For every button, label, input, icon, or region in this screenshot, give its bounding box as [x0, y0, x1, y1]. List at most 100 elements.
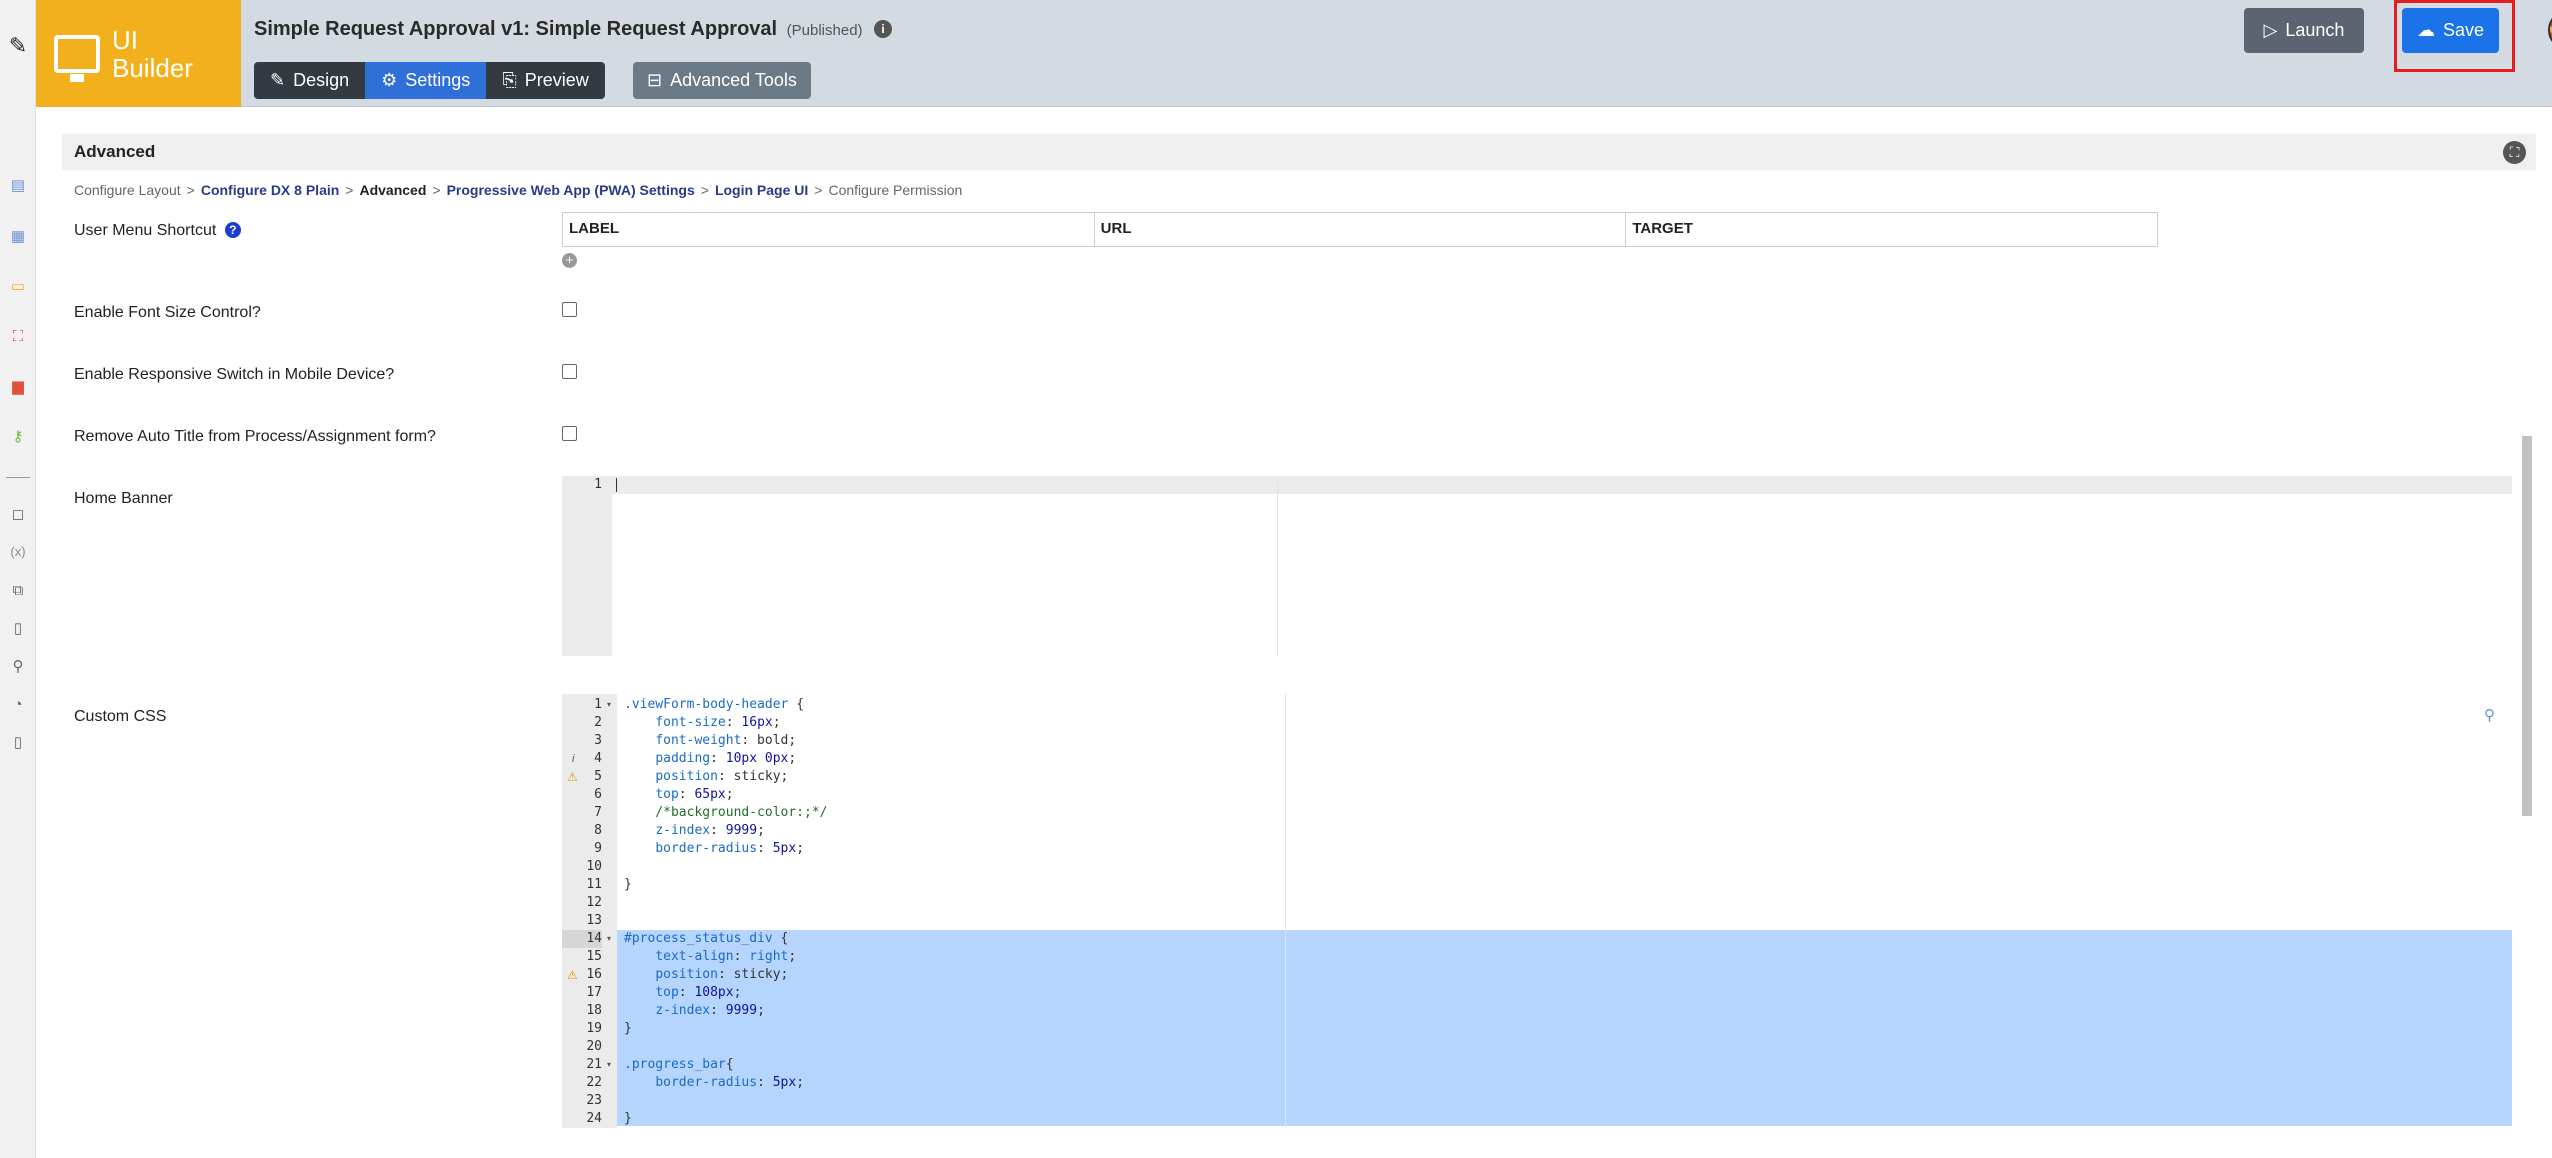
crumb-configure-layout[interactable]: Configure Layout — [74, 182, 181, 198]
monitor-logo-icon — [54, 34, 100, 82]
line-number: 12 — [586, 895, 602, 910]
tab-settings[interactable]: ⚙ Settings — [365, 62, 487, 99]
app-title-text: Simple Request Approval v1: Simple Reque… — [254, 18, 778, 40]
left-rail: ✎ ▤ ▦ ▭ ⛶ ▆ ⚷ ◻ (x) ⧉ ▯ ⚲ ◔ ▯ — [0, 0, 36, 1158]
home-banner-label: Home Banner — [74, 490, 173, 507]
crumb-configure-dx8[interactable]: Configure DX 8 Plain — [201, 182, 339, 198]
line-number: 6 — [594, 787, 602, 802]
monitor-icon[interactable]: ▭ — [8, 276, 28, 296]
page-scrollbar[interactable] — [2522, 436, 2532, 816]
line-number: 4 — [594, 751, 602, 766]
column-header-url: URL — [1095, 213, 1627, 246]
tab-preview[interactable]: ⎘ Preview — [486, 62, 604, 99]
crumb-sep: > — [700, 182, 709, 198]
logo-text: UI Builder — [112, 24, 193, 83]
rail-divider — [6, 477, 30, 478]
edit-icon[interactable]: ✎ — [4, 32, 32, 60]
home-banner-editor[interactable]: 1 — [562, 476, 2512, 656]
code-line: top: 65px; — [655, 787, 734, 802]
pdf-icon[interactable]: ▆ — [8, 376, 28, 396]
column-header-target: TARGET — [1632, 220, 1693, 237]
line-number: 11 — [586, 877, 602, 892]
form-icon[interactable]: ▯ — [8, 732, 28, 752]
code-line: position: sticky; — [655, 967, 789, 982]
hierarchy-icon[interactable]: ⛶ — [8, 326, 28, 346]
code-line: font-size: 16px; — [655, 715, 781, 730]
fold-arrow-icon[interactable]: ▾ — [607, 696, 611, 714]
print-margin — [1285, 694, 1286, 1128]
page-icon[interactable]: ▤ — [8, 175, 28, 195]
copy-icon[interactable]: ⧉ — [8, 580, 28, 600]
code-line: z-index: 9999; — [655, 1003, 765, 1018]
line-number: 3 — [594, 733, 602, 748]
line-number: 7 — [594, 805, 602, 820]
app-header: UI Builder Simple Request Approval v1: Si… — [36, 0, 2552, 107]
line-number: 19 — [586, 1021, 602, 1036]
crumb-sep: > — [345, 182, 354, 198]
code-line: } — [624, 1111, 632, 1126]
key-icon[interactable]: ⚷ — [8, 426, 28, 446]
code-line: } — [624, 1021, 632, 1036]
line-number: 22 — [586, 1075, 602, 1090]
responsive-switch-checkbox[interactable] — [562, 364, 577, 379]
save-button[interactable]: ☁ Save — [2402, 8, 2499, 53]
custom-css-editor[interactable]: 1 ▾ 2 3 4 i 5 ⚠ 6 7 8 9 10 11 12 13 14 ▾ 15 16 ⚠ 17 18 19 20 21 ▾ 2… — [562, 694, 2512, 1128]
tab-label: Design — [293, 70, 350, 90]
table-icon[interactable]: ▦ — [8, 226, 28, 246]
line-number: 20 — [586, 1039, 602, 1054]
fold-arrow-icon[interactable]: ▾ — [607, 930, 611, 948]
doc-gear-icon[interactable]: ▯ — [8, 618, 28, 638]
plugin-icon[interactable]: ⚲ — [8, 656, 28, 676]
search-icon[interactable]: ⚲ — [2484, 706, 2495, 724]
line-number: 9 — [594, 841, 602, 856]
crumb-sep: > — [432, 182, 441, 198]
responsive-switch-label: Enable Responsive Switch in Mobile Devic… — [74, 366, 395, 383]
field-label-text: User Menu Shortcut — [74, 222, 217, 239]
code-line: position: sticky; — [655, 769, 789, 784]
toolbox-icon: ⊟ — [647, 70, 663, 90]
add-row-icon[interactable]: + — [562, 253, 577, 268]
line-number: 15 — [586, 949, 602, 964]
crumb-login-page-ui[interactable]: Login Page UI — [715, 182, 808, 198]
variable-icon[interactable]: (x) — [8, 541, 28, 561]
active-line — [612, 476, 2512, 494]
app-logo[interactable]: UI Builder — [36, 0, 241, 107]
code-line: border-radius: 5px; — [655, 841, 805, 856]
code-line: #process_status_div { — [624, 931, 789, 946]
crumb-advanced: Advanced — [359, 182, 427, 198]
advanced-tools-button[interactable]: ⊟ Advanced Tools — [633, 62, 811, 99]
selection-highlight — [617, 930, 2512, 1126]
panel-title: Advanced — [62, 134, 2536, 170]
crumb-sep: > — [814, 182, 823, 198]
fold-arrow-icon[interactable]: ▾ — [607, 1056, 611, 1074]
launch-button[interactable]: ▷ Launch — [2244, 8, 2364, 53]
line-number: 1 — [594, 477, 602, 492]
font-size-control-checkbox[interactable] — [562, 302, 577, 317]
line-number: 21 — [586, 1057, 602, 1072]
warning-marker-icon[interactable]: ⚠ — [567, 966, 578, 984]
info-marker-icon[interactable]: i — [572, 750, 574, 768]
gauge-icon[interactable]: ◔ — [8, 694, 28, 714]
line-number: 13 — [586, 913, 602, 928]
pencil-ruler-icon: ✎ — [270, 70, 286, 90]
user-menu-shortcut-label: User Menu Shortcut ? — [74, 222, 241, 240]
line-number: 24 — [586, 1111, 602, 1126]
remove-auto-title-checkbox[interactable] — [562, 426, 577, 441]
gear-icon: ⚙ — [381, 70, 398, 90]
breadcrumb: Configure Layout > Configure DX 8 Plain > Ad… — [74, 182, 962, 198]
crumb-configure-permission[interactable]: Configure Permission — [828, 182, 962, 198]
help-icon[interactable]: ? — [224, 222, 241, 238]
note-icon[interactable]: ◻ — [8, 504, 28, 524]
font-size-control-label: Enable Font Size Control? — [74, 304, 261, 321]
fullscreen-icon[interactable]: ⛶ — [2503, 141, 2526, 164]
code-line: top: 108px; — [655, 985, 742, 1000]
avatar[interactable] — [2548, 10, 2552, 50]
code-line: padding: 10px 0px; — [655, 751, 797, 766]
warning-marker-icon[interactable]: ⚠ — [567, 768, 578, 786]
tab-design[interactable]: ✎ Design — [254, 62, 365, 99]
line-number: 1 — [594, 697, 602, 712]
info-icon[interactable]: i — [874, 20, 893, 38]
crumb-pwa-settings[interactable]: Progressive Web App (PWA) Settings — [447, 182, 695, 198]
crumb-sep: > — [186, 182, 195, 198]
line-number: 2 — [594, 715, 602, 730]
